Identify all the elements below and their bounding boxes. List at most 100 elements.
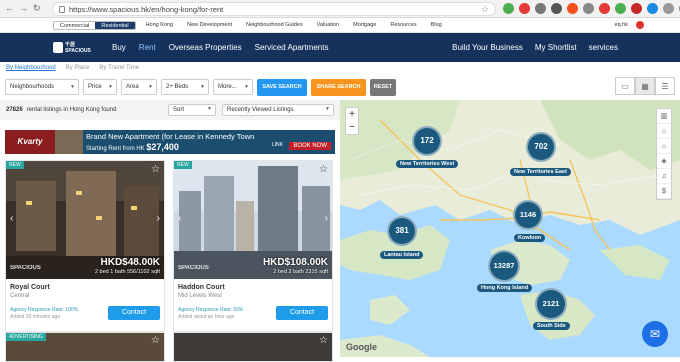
nav-rent[interactable]: Rent — [139, 43, 156, 52]
neighbourhoods-select[interactable]: Neighbourhoods ▼ — [5, 79, 79, 95]
more-filters-select[interactable]: More... ▼ — [213, 79, 253, 95]
map-cluster[interactable]: 172 — [412, 126, 442, 156]
sort-order-select[interactable]: Recently Viewed Listings ▼ — [222, 104, 334, 116]
favorite-icon[interactable]: ☆ — [151, 164, 160, 175]
grid-view-icon[interactable]: ▦ — [635, 77, 655, 95]
favorite-icon[interactable]: ☆ — [151, 335, 160, 346]
nav-services[interactable]: services — [589, 43, 618, 52]
zoom-in-button[interactable]: + — [346, 108, 358, 121]
listing-card[interactable]: NEW ☆ ‹ › SPACIOUS HKD$48.00K 2 bed 1 ba… — [5, 160, 165, 332]
sort-select[interactable]: Sort ▼ — [168, 104, 216, 116]
map-panel[interactable]: + − ▥ ⌂ ⌂ ◈ ♫ $ 172 New Territories West… — [340, 100, 680, 357]
logo[interactable]: 千居 SPACIOUS — [53, 38, 99, 58]
chevron-right-icon[interactable]: › — [157, 213, 160, 224]
top-link-neighbourhood-guides[interactable]: Neighbourhood Guides — [246, 22, 303, 28]
price-select[interactable]: Price ▼ — [83, 79, 117, 95]
select-label: Sort — [173, 107, 185, 113]
listing-card[interactable]: ☆ — [173, 332, 333, 362]
share-search-button[interactable]: SHARE SEARCH — [311, 78, 366, 96]
save-search-button[interactable]: SAVE SEARCH — [257, 78, 307, 96]
transit-tool-icon[interactable]: ⌂ — [657, 139, 671, 154]
forward-icon[interactable]: → — [19, 3, 28, 14]
bell-tool-icon[interactable]: ♫ — [657, 169, 671, 184]
nav-overseas-properties[interactable]: Overseas Properties — [169, 43, 242, 52]
top-links: Hong Kong New Development Neighbourhood … — [146, 22, 442, 28]
top-link-new-development[interactable]: New Development — [187, 22, 232, 28]
zoom-out-button[interactable]: − — [346, 121, 358, 134]
extension-icon[interactable] — [503, 3, 514, 14]
reload-icon[interactable]: ↻ — [33, 3, 41, 14]
filter-bar: Neighbourhoods ▼ Price ▼ Area ▼ 2+ Beds ▼ Mo… — [0, 76, 680, 98]
tab-by-travel-time[interactable]: By Travel Time — [99, 65, 139, 71]
map-cluster[interactable]: 13287 — [488, 250, 520, 282]
map-cluster[interactable]: 381 — [387, 216, 417, 246]
map-cluster-label[interactable]: South Side — [533, 322, 570, 330]
language-selector[interactable]: eq.hk — [615, 22, 628, 28]
listing-name[interactable]: Haddon Court — [178, 284, 225, 291]
listing-photo[interactable]: NEW ☆ ‹ › SPACIOUS HKD$48.00K 2 bed 1 ba… — [6, 161, 164, 279]
extension-icon[interactable] — [535, 3, 546, 14]
map-cluster[interactable]: 702 — [526, 132, 556, 162]
extension-icon[interactable] — [647, 3, 658, 14]
back-icon[interactable]: ← — [5, 3, 14, 14]
nav-serviced-apartments[interactable]: Serviced Apartments — [255, 43, 329, 52]
chevron-down-icon: ▼ — [70, 84, 75, 90]
nav-buy[interactable]: Buy — [112, 43, 126, 52]
layers-tool-icon[interactable]: ◈ — [657, 154, 671, 169]
area-select[interactable]: Area ▼ — [121, 79, 157, 95]
top-link-mortgage[interactable]: Mortgage — [353, 22, 376, 28]
language-area: eq.hk — [615, 21, 644, 29]
map-cluster-label[interactable]: New Territories West — [396, 160, 459, 168]
map-cluster[interactable]: 2121 — [535, 288, 567, 320]
flag-icon[interactable] — [636, 21, 644, 29]
school-tool-icon[interactable]: ⌂ — [657, 124, 671, 139]
select-label: Recently Viewed Listings — [227, 107, 294, 113]
extension-icon[interactable] — [663, 3, 674, 14]
contact-button[interactable]: Contact — [108, 306, 160, 320]
map-cluster-label[interactable]: Lantau Island — [380, 251, 424, 259]
map-cluster[interactable]: 1146 — [513, 200, 543, 230]
extension-icon[interactable] — [615, 3, 626, 14]
extension-icon[interactable] — [583, 3, 594, 14]
chevron-right-icon[interactable]: › — [325, 213, 328, 224]
bedrooms-select[interactable]: 2+ Beds ▼ — [161, 79, 209, 95]
favorite-icon[interactable]: ☆ — [319, 335, 328, 346]
contact-button[interactable]: Contact — [276, 306, 328, 320]
extension-icon[interactable] — [551, 3, 562, 14]
map-cluster-label[interactable]: New Territories East — [510, 168, 571, 176]
nav-my-shortlist[interactable]: My Shortlist — [535, 43, 577, 52]
map-view-icon[interactable]: ▭ — [615, 77, 635, 95]
chart-tool-icon[interactable]: ▥ — [657, 109, 671, 124]
chevron-left-icon[interactable]: ‹ — [10, 213, 13, 224]
map-cluster-label[interactable]: Kowloon — [514, 234, 546, 242]
tab-by-neighbourhood[interactable]: By Neighbourhood — [6, 65, 56, 71]
residential-toggle[interactable]: Residential — [95, 21, 135, 29]
book-now-button[interactable]: BOOK NOW — [289, 142, 331, 150]
chevron-left-icon[interactable]: ‹ — [178, 213, 181, 224]
top-link-hong-kong[interactable]: Hong Kong — [146, 22, 174, 28]
agency-response-rate: Agency Response Rate: 93% — [178, 307, 244, 313]
list-view-icon[interactable]: ☰ — [655, 77, 675, 95]
listing-card[interactable]: NEW ☆ ‹ › SPACIOUS HKD$108.00K 2 bed 2 b… — [173, 160, 333, 332]
commercial-toggle[interactable]: Commercial — [54, 22, 95, 29]
favorite-icon[interactable]: ☆ — [319, 164, 328, 175]
extension-icon[interactable] — [519, 3, 530, 14]
extension-icon[interactable] — [567, 3, 578, 14]
ad-banner[interactable]: Kvarty Brand New Apartment (for Lease in… — [5, 130, 335, 154]
top-link-resources[interactable]: Resources — [390, 22, 416, 28]
listing-photo[interactable]: NEW ☆ ‹ › SPACIOUS HKD$108.00K 2 bed 2 b… — [174, 161, 332, 279]
listing-name[interactable]: Royal Court — [10, 284, 50, 291]
extension-icon[interactable] — [631, 3, 642, 14]
top-link-valuation[interactable]: Valuation — [317, 22, 340, 28]
top-link-blog[interactable]: Blog — [431, 22, 442, 28]
map-cluster-label[interactable]: Hong Kong Island — [477, 284, 533, 292]
dollar-tool-icon[interactable]: $ — [657, 184, 671, 199]
nav-build-your-business[interactable]: Build Your Business — [452, 43, 523, 52]
bookmark-star-icon[interactable]: ☆ — [481, 4, 489, 15]
messenger-icon[interactable]: ✉ — [642, 321, 668, 347]
reset-button[interactable]: RESET — [370, 78, 396, 96]
extension-icon[interactable] — [599, 3, 610, 14]
listing-card[interactable]: ADVERTISING ☆ — [5, 332, 165, 362]
tab-by-place[interactable]: By Place — [66, 65, 90, 71]
address-bar[interactable]: https://www.spacious.hk/en/hong-kong/for… — [52, 2, 496, 16]
